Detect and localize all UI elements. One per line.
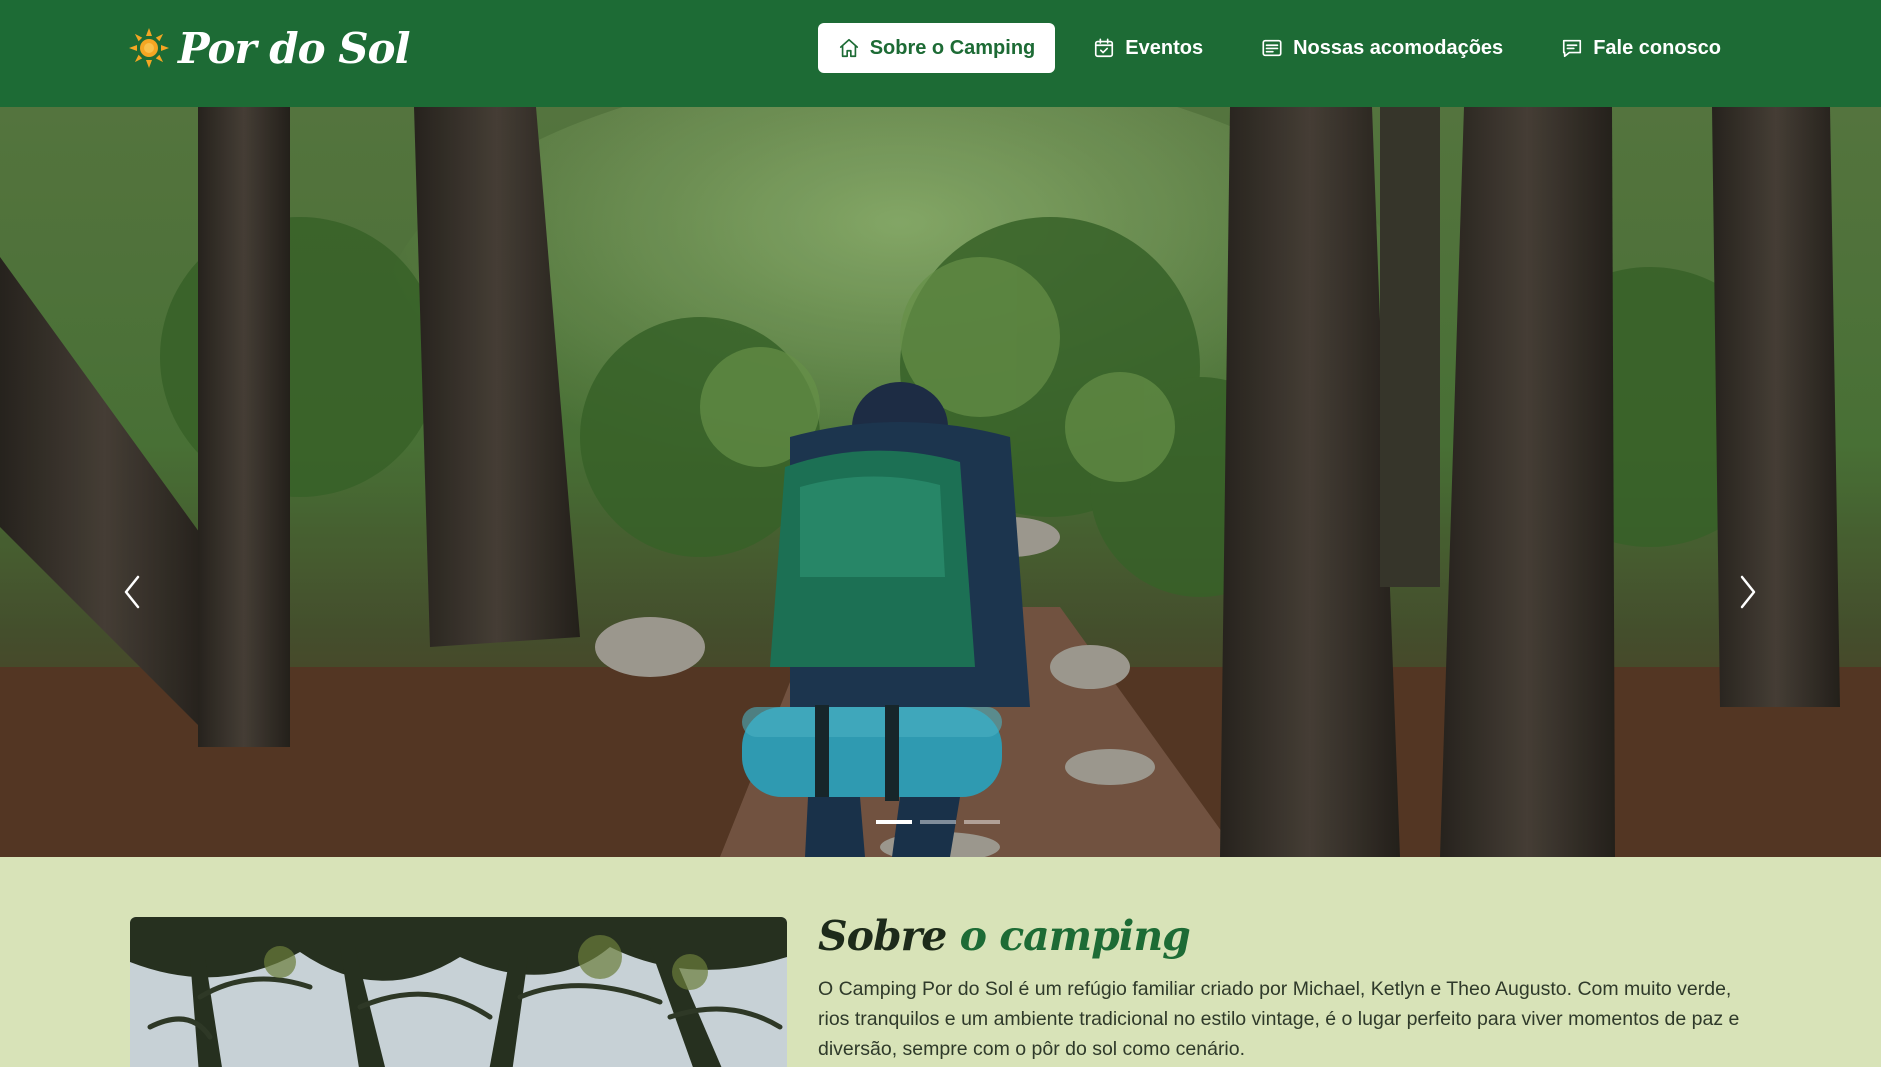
about-image bbox=[130, 917, 787, 1067]
home-icon bbox=[839, 38, 858, 58]
calendar-check-icon bbox=[1095, 38, 1114, 58]
carousel-indicators bbox=[876, 820, 1000, 824]
nav-item-nossas-acomodacoes[interactable]: Nossas acomodações bbox=[1241, 23, 1523, 73]
carousel-indicator-1[interactable] bbox=[876, 820, 912, 824]
nav-item-eventos[interactable]: Eventos bbox=[1073, 23, 1223, 73]
nav-item-label: Sobre o Camping bbox=[869, 36, 1036, 59]
carousel-indicator-2[interactable] bbox=[920, 820, 956, 824]
about-description: O Camping Por do Sol é um refúgio famili… bbox=[818, 978, 1740, 1060]
nav-item-sobre-o-camping[interactable]: Sobre o Camping bbox=[817, 23, 1056, 73]
about-content: Sobre o camping O Camping Por do Sol é u… bbox=[818, 912, 1758, 1064]
chevron-right-icon bbox=[1740, 575, 1756, 609]
about-title: Sobre o camping bbox=[818, 912, 1758, 960]
main-nav: Sobre o Camping Eventos Nossas acomodaçõ… bbox=[817, 23, 1741, 73]
hero-carousel bbox=[0, 107, 1881, 857]
forest-hiker-backpack-photo bbox=[0, 107, 1881, 857]
carousel-next-button[interactable] bbox=[1728, 567, 1768, 617]
nav-item-label: Nossas acomodações bbox=[1293, 36, 1504, 59]
about-title-accent: o camping bbox=[959, 912, 1191, 960]
trees-canopy-photo bbox=[130, 917, 787, 1067]
carousel-indicator-3[interactable] bbox=[964, 820, 1000, 824]
site-header: Por do Sol Sobre o Camping Eventos Nossa… bbox=[0, 0, 1881, 107]
list-card-icon bbox=[1262, 39, 1282, 57]
chat-icon bbox=[1563, 39, 1582, 58]
carousel-prev-button[interactable] bbox=[112, 567, 152, 617]
nav-item-label: Fale conosco bbox=[1593, 36, 1721, 59]
about-title-prefix: Sobre bbox=[818, 912, 947, 960]
chevron-left-icon bbox=[124, 575, 140, 609]
brand-logo[interactable]: Por do Sol bbox=[128, 23, 411, 73]
nav-item-fale-conosco[interactable]: Fale conosco bbox=[1541, 23, 1741, 73]
nav-item-label: Eventos bbox=[1125, 36, 1204, 59]
brand-name: Por do Sol bbox=[178, 23, 411, 73]
sun-icon bbox=[129, 28, 169, 68]
